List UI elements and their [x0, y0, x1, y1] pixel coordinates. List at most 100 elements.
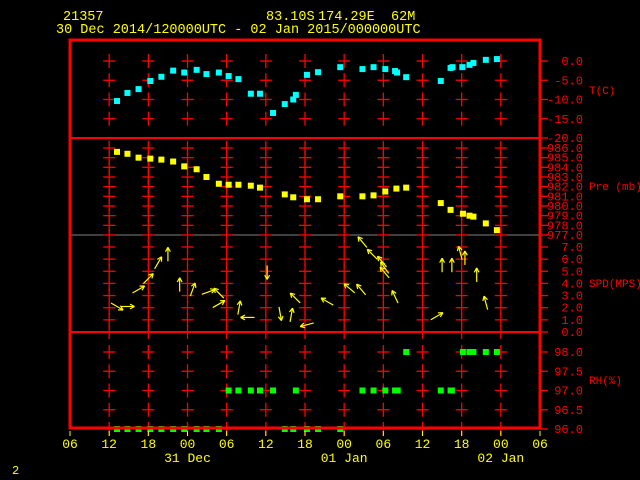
temperature-point: [135, 86, 142, 93]
pressure-point: [225, 181, 232, 188]
wind-arrow: [320, 297, 334, 306]
wind-arrow: [343, 283, 356, 294]
meteogram-chart: 0.0-5.0-10.0-15.0-20.0T(C)986.0985.0984.…: [62, 38, 640, 466]
relative_humidity-point: [270, 387, 277, 394]
y-tick-label: 97.5: [554, 365, 583, 379]
y-tick-label: -10.0: [547, 94, 583, 108]
wind-arrow: [366, 248, 378, 260]
temperature-point: [370, 64, 377, 71]
pressure-point: [256, 184, 263, 191]
pressure-point: [124, 150, 131, 157]
pressure-point: [437, 200, 444, 207]
wind-arrow: [277, 306, 284, 322]
temperature-point: [181, 69, 188, 76]
relative_humidity-point: [235, 387, 242, 394]
relative_humidity-point: [482, 349, 489, 355]
x-tick-label: 18: [141, 437, 157, 452]
panel-ylabel: Pre (mb): [589, 182, 640, 194]
wind-arrow: [154, 256, 163, 270]
temperature-point: [114, 98, 120, 105]
date-label: 31 Dec: [164, 451, 211, 466]
pressure-point: [203, 174, 210, 180]
temperature-point: [256, 90, 263, 97]
date-label: 01 Jan: [321, 451, 368, 466]
y-tick-label: 96.5: [554, 404, 583, 418]
wind-arrow: [176, 277, 183, 292]
pressure-point: [147, 155, 154, 162]
wind-arrow: [132, 285, 146, 294]
x-tick-label: 12: [258, 437, 274, 452]
pressure-point: [281, 191, 288, 198]
temperature-point: [203, 71, 210, 78]
wind-arrow-stroke: [289, 292, 301, 304]
temperature-point: [359, 66, 366, 73]
y-tick-label: 98.0: [554, 346, 583, 360]
relative_humidity-point: [359, 387, 366, 394]
pressure-point: [447, 206, 454, 213]
wind-arrow-stroke: [280, 315, 284, 321]
temperature-point: [147, 78, 154, 85]
pressure-point: [459, 210, 466, 217]
relative_humidity-point: [225, 387, 232, 394]
wind-arrow: [376, 255, 387, 268]
temperature-point: [270, 109, 277, 116]
panel-ylabel: SPD(MPS): [589, 279, 640, 291]
relative_humidity-point: [437, 387, 444, 394]
temperature-point: [315, 69, 322, 76]
relative_humidity-point: [256, 387, 263, 394]
relative_humidity-point: [470, 349, 477, 355]
x-tick-label: 06: [219, 437, 235, 452]
wind-arrow-stroke: [300, 325, 306, 329]
temperature-point: [437, 78, 444, 85]
pressure-point: [403, 184, 410, 191]
temperature-point: [215, 69, 222, 76]
y-tick-label: -5.0: [554, 74, 583, 88]
wind-arrow: [164, 246, 171, 262]
pressure-point: [181, 163, 188, 170]
temperature-point: [470, 59, 477, 66]
pressure-point: [114, 148, 120, 155]
y-tick-label: 0.0: [561, 326, 583, 340]
relative_humidity-point: [382, 387, 389, 394]
relative_humidity-point: [493, 349, 500, 355]
relative_humidity-point: [403, 349, 410, 355]
pressure-point: [247, 182, 254, 189]
wind-arrow: [439, 257, 446, 273]
y-tick-label: 96.0: [554, 423, 583, 437]
wind-arrow: [212, 299, 226, 309]
relative_humidity-point: [292, 387, 299, 394]
pressure-point: [135, 154, 142, 161]
wind-arrow: [299, 322, 314, 329]
pressure-point: [315, 196, 322, 203]
wind-arrow: [240, 314, 255, 321]
panel-ylabel: T(C): [589, 86, 615, 98]
pressure-point: [215, 180, 222, 187]
wind-arrow: [289, 292, 301, 304]
pressure-point: [235, 181, 242, 188]
wind-arrow-stroke: [366, 248, 378, 260]
wind-arrow-stroke: [194, 282, 197, 288]
temperature-point: [482, 56, 489, 63]
x-tick-label: 12: [415, 437, 431, 452]
pressure-point: [359, 193, 366, 200]
wind-arrow-stroke: [482, 295, 485, 302]
x-tick-label: 18: [454, 437, 470, 452]
wind-arrow-stroke: [213, 287, 225, 299]
temperature-point: [247, 90, 254, 97]
relative_humidity-point: [370, 387, 377, 394]
temperature-point: [493, 56, 500, 63]
wind-arrow: [201, 288, 216, 295]
panel-ylabel: RH(%): [589, 376, 622, 388]
y-tick-label: 97.0: [554, 385, 583, 399]
relative_humidity-point: [247, 387, 254, 394]
x-tick-label: 00: [180, 437, 196, 452]
wind-arrow: [357, 236, 368, 248]
pressure-point: [482, 220, 489, 227]
pressure-point: [303, 196, 310, 203]
x-tick-label: 12: [101, 437, 117, 452]
wind-arrow: [356, 283, 367, 296]
temperature-point: [382, 66, 389, 73]
temperature-point: [337, 64, 344, 71]
wind-arrow-stroke: [239, 300, 243, 306]
pressure-point: [370, 192, 377, 199]
